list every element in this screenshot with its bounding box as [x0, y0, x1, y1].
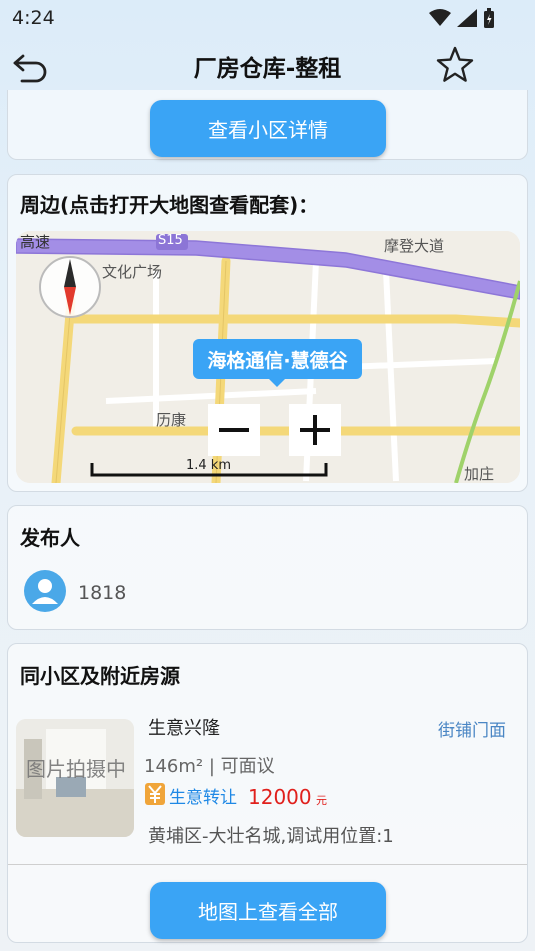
status-icons — [429, 8, 495, 28]
publisher-card: 发布人 1818 — [7, 505, 528, 630]
map-label-culture-plaza: 文化广场 — [102, 263, 163, 281]
compass-icon — [39, 256, 101, 318]
publisher-name: 1818 — [78, 582, 127, 604]
divider — [8, 864, 527, 865]
thumbnail-caption: 图片拍摄中 — [26, 757, 126, 781]
listing-address: 黄埔区-大壮名城,调试用位置:1 — [148, 826, 394, 847]
yuan-icon — [145, 783, 165, 805]
map-card: 周边(点击打开大地图查看配套)： 高速 S15 文化广场 摩登大道 历康 加庄 … — [7, 174, 528, 492]
map-label-modeng: 摩登大道 — [384, 237, 445, 255]
listing-price: 12000 — [248, 785, 312, 809]
page-title: 厂房仓库-整租 — [193, 56, 342, 82]
map-label-route: S15 — [158, 233, 183, 248]
listing-category: 街铺门面 — [438, 721, 506, 741]
zoom-in-button[interactable] — [289, 404, 341, 456]
publisher-title: 发布人 — [20, 526, 80, 550]
community-card: 查看小区详情 — [7, 90, 528, 160]
surroundings-map[interactable]: 高速 S15 文化广场 摩登大道 历康 加庄 海格通信·慧德谷 1.4 km — [16, 231, 520, 483]
nearby-listings-card: 同小区及附近房源 图片拍摄中 生意兴隆 街铺门面 146m² | 可面议 生意转… — [7, 643, 528, 943]
listing-tag: 生意转让 — [169, 788, 237, 808]
status-time: 4:24 — [12, 7, 55, 29]
listing-thumbnail: 图片拍摄中 — [16, 719, 134, 837]
listing-price-unit: 元 — [316, 794, 327, 807]
map-label-jiazhuang: 加庄 — [464, 465, 495, 483]
zoom-out-button[interactable] — [208, 404, 260, 456]
back-button[interactable] — [10, 48, 50, 84]
map-card-title: 周边(点击打开大地图查看配套)： — [20, 193, 319, 217]
map-label-highway: 高速 — [20, 233, 51, 251]
map-location-tooltip[interactable]: 海格通信·慧德谷 — [193, 339, 362, 387]
minus-icon — [219, 428, 249, 432]
user-icon — [32, 579, 58, 604]
star-icon — [436, 46, 474, 82]
plus-icon — [300, 415, 330, 445]
favorite-button[interactable] — [435, 45, 475, 85]
avatar[interactable] — [24, 570, 66, 612]
listing-name: 生意兴隆 — [148, 718, 220, 739]
signal-icon — [457, 9, 477, 27]
view-all-on-map-button[interactable]: 地图上查看全部 — [150, 882, 386, 939]
back-arrow-icon — [13, 54, 47, 83]
map-scale-label: 1.4 km — [186, 458, 231, 473]
battery-icon — [484, 8, 494, 28]
listing-area-info: 146m² | 可面议 — [144, 756, 275, 777]
view-community-button[interactable]: 查看小区详情 — [150, 100, 386, 157]
wifi-icon — [429, 9, 451, 26]
title-bar: 厂房仓库-整租 — [0, 36, 535, 96]
listing-item[interactable]: 图片拍摄中 生意兴隆 街铺门面 146m² | 可面议 生意转让 12000 元… — [8, 644, 529, 859]
status-bar: 4:24 — [0, 0, 535, 36]
map-label-likang: 历康 — [156, 411, 187, 429]
